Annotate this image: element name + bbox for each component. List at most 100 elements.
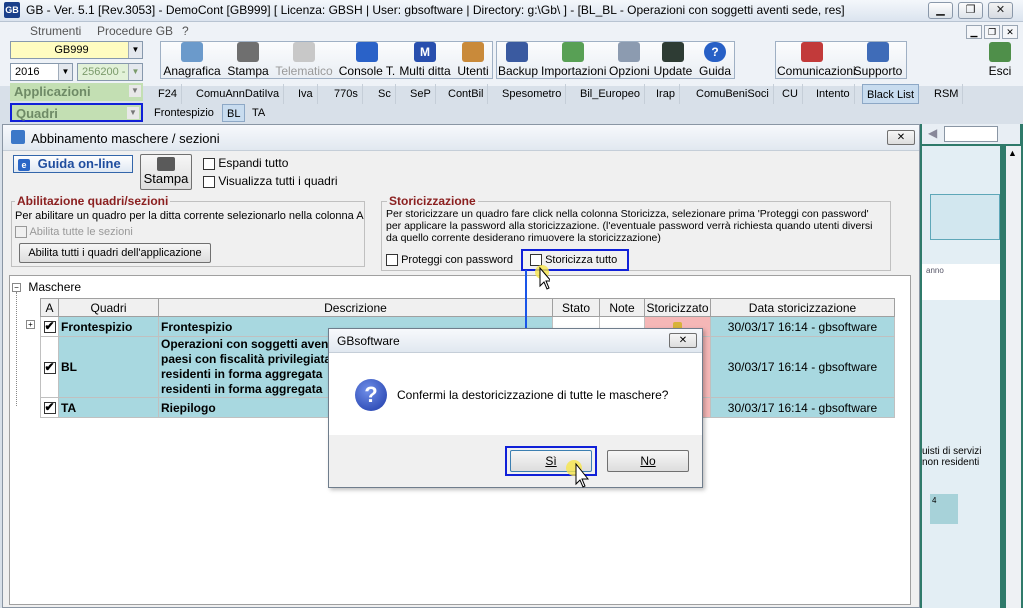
confirm-body: ? Confermi la destoricizzazione di tutte… <box>329 353 702 435</box>
checkbox-checked[interactable] <box>43 360 56 374</box>
mdi-controls: ▁ ❐ ✕ <box>964 24 1018 39</box>
proteggi-password-checkbox[interactable]: Proteggi con password <box>386 254 513 267</box>
storicizzazione-title: Storicizzazione <box>387 194 478 208</box>
scroll-up-icon[interactable]: ▲ <box>1008 148 1017 158</box>
tab-frontespizio[interactable]: Frontespizio <box>150 104 218 122</box>
quadri-select[interactable]: Quadri ▼ <box>10 103 143 122</box>
menu-procedure-gb[interactable]: Procedure GB <box>97 24 173 38</box>
stampa-toolbar-button[interactable]: Stampa <box>226 41 270 79</box>
tree-line <box>16 292 17 406</box>
guida-button[interactable]: ? Guida <box>698 41 732 79</box>
confirm-close-button[interactable]: ✕ <box>669 333 697 348</box>
quadro-cell: BL <box>58 336 159 398</box>
console-t-button[interactable]: Console T. <box>338 41 396 79</box>
menu-strumenti[interactable]: Strumenti <box>30 24 81 38</box>
checkbox-checked[interactable] <box>43 400 56 415</box>
dialog-close-button[interactable]: ✕ <box>887 130 915 145</box>
codice-value: 256200 - <box>82 66 126 78</box>
abilitazione-title: Abilitazione quadri/sezioni <box>15 194 171 208</box>
update-button[interactable]: Update <box>652 41 694 79</box>
telematico-icon <box>293 42 315 62</box>
expand-icon[interactable]: + <box>26 320 35 329</box>
background-input[interactable] <box>944 126 998 142</box>
backup-button[interactable]: Backup <box>498 41 538 79</box>
checkbox-box <box>386 254 398 267</box>
column-header-stato[interactable]: Stato <box>552 298 600 317</box>
espandi-tutto-checkbox[interactable]: Espandi tutto <box>203 156 288 170</box>
opzioni-button[interactable]: Opzioni <box>609 41 650 79</box>
background-label-1: anno <box>926 266 944 275</box>
help-icon: ? <box>704 42 726 62</box>
chevron-down-icon: ▼ <box>58 64 72 80</box>
column-header-quadri[interactable]: Quadri <box>58 298 159 317</box>
printer-icon <box>157 157 175 171</box>
tree-root[interactable]: − Maschere <box>12 280 81 294</box>
tab-comuanndatiiva[interactable]: ComuAnnDatiIva <box>192 84 285 104</box>
anagrafica-button[interactable]: Anagrafica <box>163 41 221 79</box>
column-header-storicizzato[interactable]: Storicizzato <box>644 298 711 317</box>
background-label-2: uisti di servizi non residenti <box>922 446 982 468</box>
quadro-cell: TA <box>58 397 159 418</box>
tab-f24[interactable]: F24 <box>154 84 182 104</box>
tab-770s[interactable]: 770s <box>330 84 363 104</box>
visualizza-tutti-checkbox[interactable]: Visualizza tutti i quadri <box>203 174 338 188</box>
tab-rsm[interactable]: RSM <box>930 84 964 104</box>
tab-spesometro[interactable]: Spesometro <box>498 84 567 104</box>
abilitazione-text: Per abilitare un quadro per la ditta cor… <box>15 210 364 222</box>
tab-iva[interactable]: Iva <box>294 84 318 104</box>
tab-bl[interactable]: BL <box>222 104 246 122</box>
storicizzazione-text: Per storicizzare un quadro fare click ne… <box>386 208 873 244</box>
row-enabled-cell[interactable] <box>40 397 59 418</box>
esci-button[interactable]: Esci <box>985 41 1015 79</box>
minimize-button[interactable]: ▁ <box>928 2 953 19</box>
tab-ta[interactable]: TA <box>248 104 269 122</box>
column-header-data-storicizzazione[interactable]: Data storicizzazione <box>710 298 895 317</box>
comunicazioni-button[interactable]: Comunicazioni <box>777 41 856 79</box>
vertical-scrollbar[interactable]: ▲ <box>1006 146 1021 608</box>
row-enabled-cell[interactable] <box>40 336 59 398</box>
mdi-minimize-button[interactable]: ▁ <box>966 25 982 39</box>
data-storicizzazione-cell: 30/03/17 16:14 - gbsoftware <box>710 316 895 337</box>
tab-intento[interactable]: Intento <box>812 84 855 104</box>
abilita-tutti-button[interactable]: Abilita tutti i quadri dell'applicazione <box>19 243 211 263</box>
menu-help[interactable]: ? <box>182 24 189 38</box>
codice-select[interactable]: 256200 - ▼ <box>77 63 143 81</box>
utenti-button[interactable]: Utenti <box>454 41 492 79</box>
tab-black-list[interactable]: Black List <box>862 84 920 104</box>
collapse-icon[interactable]: − <box>12 283 21 293</box>
background-label-3: 4 <box>930 494 958 524</box>
maximize-button[interactable]: ❐ <box>958 2 983 19</box>
update-icon <box>662 42 684 62</box>
tab-sc[interactable]: Sc <box>374 84 396 104</box>
confirm-title: GBsoftware <box>337 334 400 348</box>
tab-cu[interactable]: CU <box>778 84 803 104</box>
guida-online-button[interactable]: e Guida on-line <box>13 155 133 173</box>
checkbox-checked[interactable] <box>43 319 56 334</box>
multi-ditta-button[interactable]: M Multi ditta <box>399 41 451 79</box>
tab-bil-europeo[interactable]: Bil_Europeo <box>576 84 645 104</box>
tab-irap[interactable]: Irap <box>652 84 680 104</box>
column-header-descrizione[interactable]: Descrizione <box>158 298 553 317</box>
background-toolbar: ◀ <box>922 124 1020 144</box>
tab-sep[interactable]: SeP <box>406 84 436 104</box>
multi-ditta-icon: M <box>414 42 436 62</box>
background-box-1 <box>930 194 1000 240</box>
column-header-a[interactable]: A <box>40 298 59 317</box>
anno-select[interactable]: 2016 ▼ <box>10 63 73 81</box>
mdi-close-button[interactable]: ✕ <box>1002 25 1018 39</box>
supporto-button[interactable]: Supporto <box>852 41 904 79</box>
mdi-restore-button[interactable]: ❐ <box>984 25 1000 39</box>
chevron-down-icon: ▼ <box>127 107 139 119</box>
tab-contbil[interactable]: ContBil <box>444 84 489 104</box>
abilita-sezioni-checkbox[interactable]: Abilita tutte le sezioni <box>15 226 133 239</box>
stampa-button[interactable]: Stampa <box>140 154 192 190</box>
telematico-button[interactable]: Telematico <box>274 41 334 79</box>
column-header-note[interactable]: Note <box>599 298 645 317</box>
row-enabled-cell[interactable] <box>40 316 59 337</box>
no-button[interactable]: No <box>607 450 689 472</box>
close-window-button[interactable]: ✕ <box>988 2 1013 19</box>
importazioni-button[interactable]: Importazioni <box>541 41 606 79</box>
ditta-select[interactable]: GB999 ▼ <box>10 41 143 59</box>
tab-comubenisoci[interactable]: ComuBeniSoci <box>692 84 774 104</box>
applicazioni-select[interactable]: Applicazioni ▼ <box>10 83 143 101</box>
